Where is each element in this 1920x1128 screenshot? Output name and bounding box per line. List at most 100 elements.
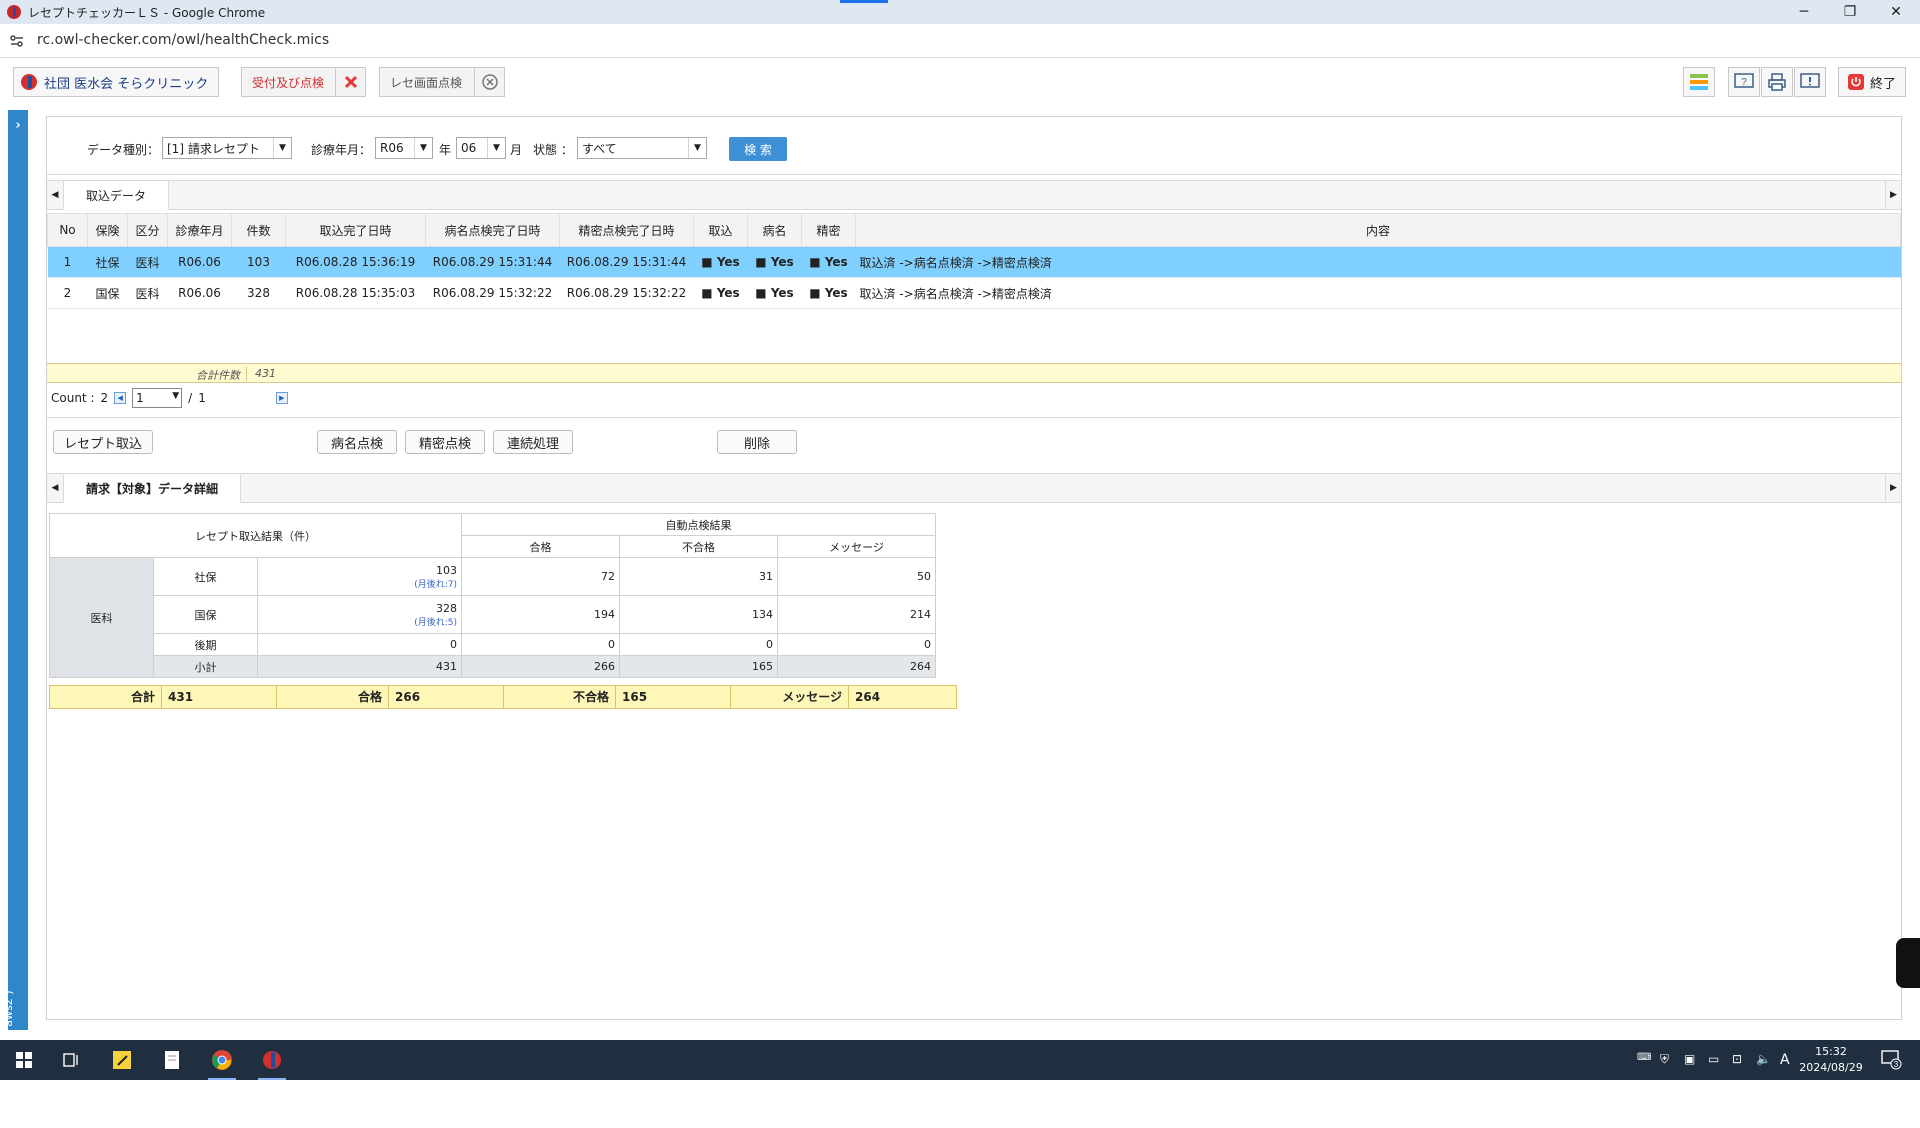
url-text[interactable]: rc.owl-checker.com/owl/healthCheck.mics xyxy=(37,32,329,48)
exit-label: 終了 xyxy=(1869,76,1896,92)
cell-no: 2 xyxy=(47,277,88,309)
detail-row: 後期 0 0 0 0 xyxy=(50,633,936,656)
tab-scroll-right-icon[interactable]: ▶ xyxy=(1885,181,1901,209)
status-value: すべて xyxy=(582,141,617,156)
claim-detail-table: レセプト取込結果（件） 自動点検結果 合格 不合格 メッセージ 医科 社保 10… xyxy=(49,513,936,678)
print-icon[interactable] xyxy=(1761,67,1793,97)
table-header-row: No 保険 区分 診療年月 件数 取込完了日時 病名点検完了日時 精密点検完了日… xyxy=(47,213,1901,247)
notification-center-icon[interactable]: 3 xyxy=(1880,1048,1902,1073)
page-value: 1 xyxy=(136,391,144,405)
total-count-label: 合計件数 xyxy=(157,367,247,382)
page-total: 1 xyxy=(198,391,206,405)
expand-sidebar-icon[interactable]: › xyxy=(8,118,28,133)
cell-count: 328 xyxy=(231,277,286,309)
receipt-checker-app-icon[interactable] xyxy=(248,1040,296,1080)
column-header[interactable]: 診療年月 xyxy=(167,213,232,247)
column-header[interactable]: 取込 xyxy=(693,213,748,247)
sum-total-label: 合計 xyxy=(50,686,162,708)
clock-date: 2024/08/29 xyxy=(1799,1061,1863,1074)
close-window-button[interactable]: ✕ xyxy=(1874,0,1918,24)
action-row: レセプト取込 病名点検 精密点検 連続処理 削除 xyxy=(47,417,1901,467)
task-view-icon[interactable] xyxy=(48,1040,96,1080)
status-select[interactable]: すべて ▼ xyxy=(577,137,707,159)
app-toolbar: 社団 医水会 そらクリニック 受付及び点検 レセ画面点検 ? 終了 xyxy=(0,58,1920,108)
ime-indicator[interactable]: A xyxy=(1780,1052,1790,1068)
tray-keyboard-icon[interactable]: ⌨ xyxy=(1637,1052,1651,1063)
import-count: 0 xyxy=(257,633,462,656)
taskbar-clock[interactable]: 15:32 2024/08/29 xyxy=(1796,1044,1866,1076)
chrome-icon[interactable] xyxy=(198,1040,246,1080)
cell-disease-status: ■ Yes xyxy=(747,277,802,309)
message-count: 214 xyxy=(777,595,936,634)
import-tab-bar: ◀ 取込データ ▶ xyxy=(47,180,1901,210)
column-header[interactable]: 精密点検完了日時 xyxy=(559,213,694,247)
era-select[interactable]: R06 ▼ xyxy=(375,137,433,159)
page-select[interactable]: 1 ▼ xyxy=(132,388,183,408)
chevron-down-icon: ▼ xyxy=(273,138,291,158)
start-icon[interactable] xyxy=(0,1040,48,1080)
import-count: 103 xyxy=(436,563,457,577)
delete-button[interactable]: 削除 xyxy=(717,430,797,454)
column-header[interactable]: 病名 xyxy=(747,213,802,247)
notice-icon[interactable] xyxy=(1794,67,1826,97)
circle-x-icon[interactable] xyxy=(474,68,504,96)
precise-check-button[interactable]: 精密点検 xyxy=(405,430,485,454)
import-receipt-button[interactable]: レセプト取込 xyxy=(53,430,153,454)
sum-message-label: メッセージ xyxy=(731,686,849,708)
reception-check-button[interactable]: 受付及び点検 xyxy=(241,67,366,97)
tray-battery-icon[interactable]: ▭ xyxy=(1708,1052,1719,1066)
search-button[interactable]: 検 索 xyxy=(729,137,787,161)
restore-button[interactable]: ❐ xyxy=(1828,0,1872,24)
next-page-icon[interactable]: ▶ xyxy=(275,392,288,404)
tab-claim-detail[interactable]: 請求【対象】データ詳細 xyxy=(63,473,242,503)
red-x-icon[interactable] xyxy=(335,68,365,96)
clinic-selector-button[interactable]: 社団 医水会 そらクリニック xyxy=(13,67,219,97)
column-header[interactable]: 取込完了日時 xyxy=(285,213,426,247)
subtotal-fail: 165 xyxy=(619,655,778,678)
tray-network-icon[interactable]: ⊡ xyxy=(1732,1052,1742,1066)
data-type-label: データ種別： xyxy=(87,143,160,157)
tray-security-icon[interactable]: ⛨ xyxy=(1660,1052,1669,1067)
sticky-notes-icon[interactable] xyxy=(98,1040,146,1080)
list-view-icon[interactable] xyxy=(1683,67,1715,97)
column-header[interactable]: 精密 xyxy=(801,213,856,247)
help-icon[interactable]: ? xyxy=(1728,67,1760,97)
cell-precise-status: ■ Yes xyxy=(801,277,856,309)
tray-volume-icon[interactable]: 🔈 xyxy=(1756,1052,1771,1066)
exit-button[interactable]: 終了 xyxy=(1838,67,1906,97)
notepad-icon[interactable] xyxy=(148,1040,196,1080)
address-bar[interactable]: rc.owl-checker.com/owl/healthCheck.mics xyxy=(0,24,1920,58)
pass-header: 合格 xyxy=(461,535,620,558)
prev-page-icon[interactable]: ◀ xyxy=(114,392,127,404)
svg-text:?: ? xyxy=(1741,77,1747,88)
tab-scroll-left-icon[interactable]: ◀ xyxy=(47,474,63,502)
site-settings-icon[interactable] xyxy=(9,33,25,49)
column-header[interactable]: 内容 xyxy=(855,213,1901,247)
data-type-select[interactable]: [1] 請求レセプト ▼ xyxy=(162,137,292,159)
column-header[interactable]: 件数 xyxy=(231,213,286,247)
table-row[interactable]: 1 社保 医科 R06.06 103 R06.08.28 15:36:19 R0… xyxy=(47,246,1901,278)
tab-scroll-left-icon[interactable]: ◀ xyxy=(47,181,63,209)
table-row[interactable]: 2 国保 医科 R06.06 328 R06.08.28 15:35:03 R0… xyxy=(47,277,1901,309)
pass-count: 0 xyxy=(461,633,620,656)
month-select[interactable]: 06 ▼ xyxy=(456,137,506,159)
grid-total-row: 合計件数 431 xyxy=(47,363,1901,383)
side-panel-handle[interactable] xyxy=(1896,938,1920,988)
message-header: メッセージ xyxy=(777,535,936,558)
pass-count: 194 xyxy=(461,595,620,634)
minimize-button[interactable]: ─ xyxy=(1782,0,1826,24)
main-panel: データ種別： [1] 請求レセプト ▼ 診療年月： R06 ▼ 年 06 ▼ 月… xyxy=(46,116,1902,1020)
chevron-down-icon: ▼ xyxy=(487,138,505,158)
tray-app-icon[interactable]: ▣ xyxy=(1684,1052,1695,1066)
continuous-process-button[interactable]: 連続処理 xyxy=(493,430,573,454)
column-header[interactable]: No xyxy=(47,213,88,247)
column-header[interactable]: 区分 xyxy=(127,213,168,247)
column-header[interactable]: 病名点検完了日時 xyxy=(425,213,560,247)
rese-screen-check-button[interactable]: レセ画面点検 xyxy=(379,67,505,97)
disease-check-button[interactable]: 病名点検 xyxy=(317,430,397,454)
tab-import-data[interactable]: 取込データ xyxy=(63,180,170,210)
cell-insurance: 国保 xyxy=(87,277,128,309)
column-header[interactable]: 保険 xyxy=(87,213,128,247)
tab-scroll-right-icon[interactable]: ▶ xyxy=(1885,474,1901,502)
status-label: 状態 ： xyxy=(533,143,573,157)
